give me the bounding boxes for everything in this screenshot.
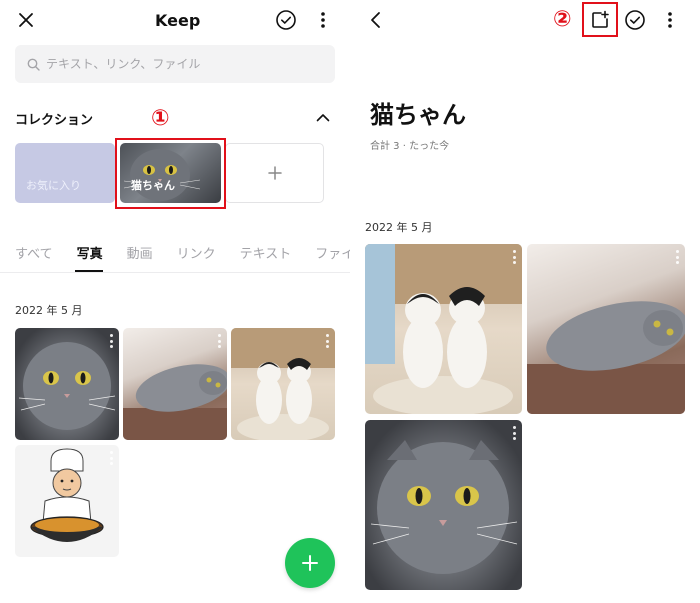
lying-cat-image <box>123 364 227 440</box>
tab-all[interactable]: すべて <box>15 243 53 262</box>
page-title: Keep <box>155 11 201 30</box>
search-field[interactable] <box>15 45 335 83</box>
date-header: 2022 年 5 月 <box>365 221 433 234</box>
more-vertical-icon[interactable] <box>325 334 329 348</box>
tab-videos[interactable]: 動画 <box>127 243 153 262</box>
check-circle-icon[interactable] <box>621 6 649 34</box>
step-marker-1: ① <box>151 106 170 131</box>
more-vertical-icon[interactable] <box>512 426 516 440</box>
more-vertical-icon[interactable] <box>512 250 516 264</box>
photo-thumbnail[interactable] <box>15 445 119 557</box>
step-marker-2: ② <box>553 7 572 32</box>
collection-detail-panel: ② 猫ちゃん 合計 3 · たった今 2022 年 5 月 <box>355 0 700 603</box>
collection-card-favorites[interactable]: お気に入り <box>15 143 115 203</box>
photo-thumbnail[interactable] <box>365 420 522 590</box>
collection-title: 猫ちゃん <box>370 101 466 129</box>
photo-thumbnail[interactable] <box>123 328 227 440</box>
more-vertical-icon[interactable] <box>656 6 684 34</box>
tab-files[interactable]: ファイ <box>315 243 350 262</box>
photo-thumbnail[interactable] <box>365 244 522 414</box>
keep-home-panel: Keep コレクション お気に入り 猫ちゃん ① すべて 写真 動画 リンク テ <box>0 0 350 603</box>
plus-icon <box>267 166 282 180</box>
chef-illustration-image <box>30 448 104 542</box>
add-collection-button[interactable] <box>225 143 324 203</box>
more-vertical-icon[interactable] <box>309 6 337 34</box>
photo-thumbnail[interactable] <box>15 328 119 440</box>
collection-card-label: お気に入り <box>26 179 81 192</box>
photo-thumbnail[interactable] <box>231 328 335 440</box>
chevron-up-icon[interactable] <box>309 103 337 131</box>
divider <box>0 272 350 273</box>
plus-icon <box>302 555 318 571</box>
more-vertical-icon[interactable] <box>109 451 113 465</box>
lying-cat-image <box>527 301 685 414</box>
tab-links[interactable]: リンク <box>177 243 216 262</box>
add-fab-button[interactable] <box>285 538 335 588</box>
collection-label: コレクション <box>15 113 94 128</box>
check-circle-icon[interactable] <box>272 6 300 34</box>
tab-text[interactable]: テキスト <box>240 243 292 262</box>
two-cats-image <box>365 244 522 414</box>
cat-face-image <box>18 342 116 430</box>
two-cats-image <box>231 328 335 440</box>
photo-thumbnail[interactable] <box>527 244 685 414</box>
more-vertical-icon[interactable] <box>109 334 113 348</box>
tab-photos[interactable]: 写真 <box>77 243 103 262</box>
filter-tabs: すべて 写真 動画 リンク テキスト ファイ <box>15 243 350 262</box>
search-input[interactable] <box>46 57 316 71</box>
more-vertical-icon[interactable] <box>675 250 679 264</box>
search-icon <box>27 58 40 71</box>
highlight-box-1 <box>115 138 226 209</box>
collection-meta: 合計 3 · たった今 <box>370 141 450 152</box>
add-box-icon[interactable] <box>586 6 614 34</box>
close-icon[interactable] <box>12 6 40 34</box>
more-vertical-icon[interactable] <box>217 334 221 348</box>
date-header: 2022 年 5 月 <box>15 304 83 317</box>
chevron-left-icon[interactable] <box>361 6 389 34</box>
cat-face-image <box>370 440 518 574</box>
